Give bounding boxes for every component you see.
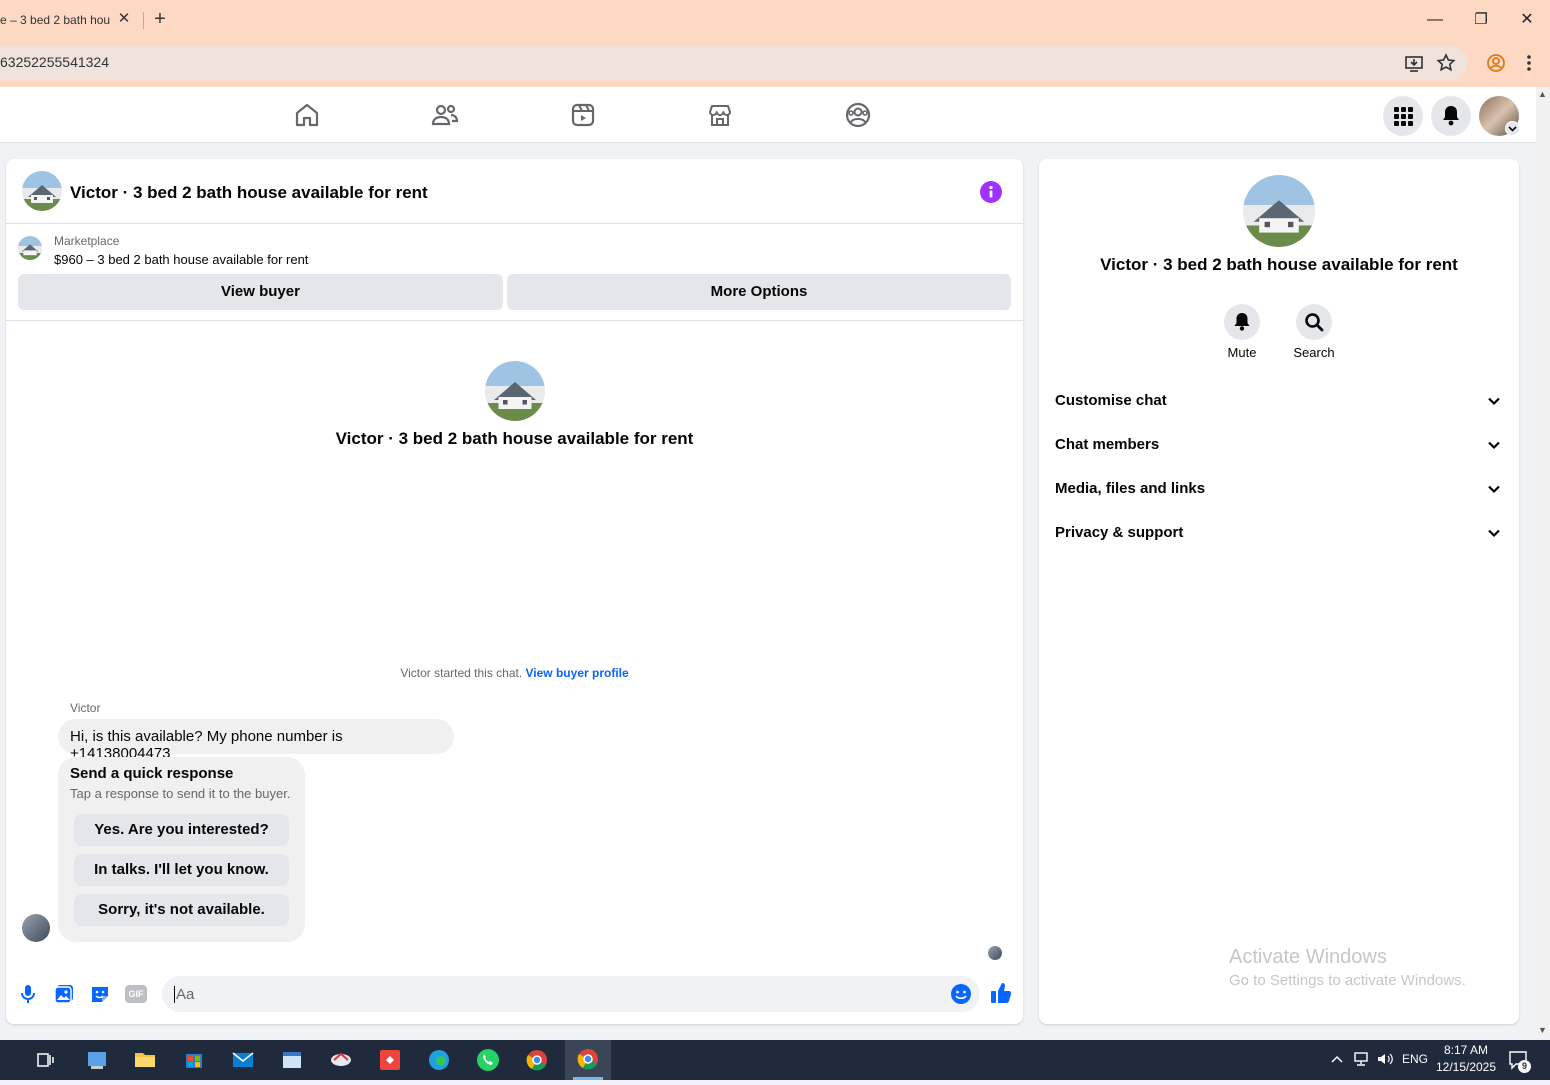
quick-response-option[interactable]: Yes. Are you interested?: [74, 814, 289, 846]
info-panel-avatar[interactable]: [1243, 175, 1315, 247]
quick-response-option[interactable]: Sorry, it's not available.: [74, 894, 289, 926]
activate-windows-title: Activate Windows: [1229, 946, 1387, 968]
browser-tab-bar: [0, 0, 1550, 40]
task-view-icon[interactable]: [36, 1050, 56, 1070]
view-buyer-profile-link[interactable]: View buyer profile: [526, 666, 629, 680]
chat-started-text: Victor started this chat.: [400, 666, 523, 680]
profile-icon[interactable]: [1485, 52, 1507, 74]
network-icon[interactable]: [1352, 1051, 1370, 1067]
quick-response-title: Send a quick response: [70, 765, 234, 782]
minimize-button[interactable]: —: [1420, 6, 1450, 34]
account-chevron-icon[interactable]: [1505, 121, 1520, 136]
microphone-icon[interactable]: [18, 983, 38, 1005]
scroll-up-icon[interactable]: ▲: [1538, 89, 1547, 99]
friends-icon[interactable]: [430, 100, 460, 130]
home-icon[interactable]: [292, 100, 322, 130]
chevron-down-icon[interactable]: [1485, 524, 1503, 542]
file-explorer-icon[interactable]: [128, 1044, 162, 1076]
message-input[interactable]: Aa: [174, 986, 194, 1003]
clock-date[interactable]: 12/15/2025: [1433, 1060, 1499, 1074]
sender-avatar[interactable]: [22, 914, 50, 942]
header-divider: [6, 223, 1023, 224]
customise-chat-item[interactable]: Customise chat: [1055, 392, 1167, 409]
chevron-down-icon[interactable]: [1485, 392, 1503, 410]
language-indicator[interactable]: ENG: [1402, 1052, 1428, 1066]
chevron-down-icon[interactable]: [1485, 480, 1503, 498]
view-buyer-button[interactable]: View buyer: [18, 274, 503, 310]
volume-icon[interactable]: [1376, 1051, 1394, 1067]
chat-started-line: Victor started this chat. View buyer pro…: [6, 666, 1023, 680]
message-input-box[interactable]: [162, 976, 980, 1012]
listing-thumbnail[interactable]: [18, 236, 42, 260]
edge-icon[interactable]: [422, 1044, 456, 1076]
quick-response-option[interactable]: In talks. I'll let you know.: [74, 854, 289, 886]
bookmark-star-icon[interactable]: [1435, 52, 1457, 74]
whatsapp-icon[interactable]: [471, 1044, 505, 1076]
tab-title: e – 3 bed 2 bath house available for ren…: [0, 13, 110, 27]
message-bubble[interactable]: Hi, is this available? My phone number i…: [58, 719, 454, 762]
new-tab-button[interactable]: +: [150, 9, 170, 29]
tray-chevron-up-icon[interactable]: [1330, 1052, 1344, 1066]
store-icon[interactable]: [177, 1044, 211, 1076]
gif-icon[interactable]: GIF: [125, 985, 147, 1003]
mute-label: Mute: [1227, 345, 1257, 360]
app-window-icon[interactable]: [275, 1044, 309, 1076]
install-app-icon[interactable]: [1403, 52, 1425, 74]
more-options-button[interactable]: More Options: [507, 274, 1011, 310]
activate-windows-subtitle: Go to Settings to activate Windows.: [1229, 972, 1466, 989]
info-icon[interactable]: [980, 181, 1002, 203]
media-files-links-item[interactable]: Media, files and links: [1055, 480, 1205, 497]
sticker-icon[interactable]: [89, 983, 111, 1005]
url-text[interactable]: 63252255541324: [0, 54, 109, 70]
chat-info-panel: [1039, 159, 1519, 1024]
address-bar[interactable]: [0, 46, 1468, 80]
close-window-button[interactable]: ✕: [1512, 6, 1542, 34]
tab-close-icon[interactable]: ✕: [116, 11, 132, 27]
mail-icon[interactable]: [226, 1044, 260, 1076]
app-icon[interactable]: [324, 1044, 358, 1076]
clock-time[interactable]: 8:17 AM: [1437, 1043, 1495, 1057]
scroll-down-icon[interactable]: ▼: [1538, 1025, 1547, 1035]
anydesk-icon[interactable]: [373, 1044, 407, 1076]
info-panel-title: Victor · 3 bed 2 bath house available fo…: [1100, 255, 1458, 274]
chat-title[interactable]: Victor · 3 bed 2 bath house available fo…: [70, 183, 428, 203]
chrome-active-icon[interactable]: [565, 1040, 611, 1080]
page-scrollbar[interactable]: [1536, 87, 1550, 1040]
groups-icon[interactable]: [843, 100, 873, 130]
menu-grid-button[interactable]: [1383, 96, 1423, 136]
chat-center-title: Victor · 3 bed 2 bath house available fo…: [335, 429, 694, 448]
watch-icon[interactable]: [568, 100, 598, 130]
thumbs-up-icon[interactable]: [989, 981, 1013, 1005]
sender-name: Victor: [70, 701, 101, 715]
chat-center-avatar: [485, 361, 545, 421]
read-receipt-avatar: [988, 946, 1002, 960]
emoji-icon[interactable]: [950, 983, 972, 1005]
facebook-top-nav: [0, 87, 1536, 143]
listing-source: Marketplace: [54, 234, 120, 248]
mute-button[interactable]: [1224, 304, 1260, 340]
chevron-down-icon[interactable]: [1485, 436, 1503, 454]
search-button[interactable]: [1296, 304, 1332, 340]
notifications-bell-button[interactable]: [1431, 96, 1471, 136]
chat-header-avatar[interactable]: [22, 171, 62, 211]
marketplace-icon[interactable]: [705, 100, 735, 130]
chrome-icon[interactable]: [520, 1044, 554, 1076]
listing-divider: [6, 320, 1023, 321]
browser-menu-icon[interactable]: [1518, 52, 1540, 74]
tab-separator: [143, 12, 144, 29]
notification-badge: 9: [1518, 1060, 1531, 1073]
search-label: Search: [1293, 345, 1335, 360]
privacy-support-item[interactable]: Privacy & support: [1055, 524, 1183, 541]
chat-members-item[interactable]: Chat members: [1055, 436, 1159, 453]
restore-button[interactable]: ❐: [1466, 6, 1496, 34]
control-panel-icon[interactable]: [80, 1044, 114, 1076]
photo-icon[interactable]: [53, 983, 75, 1005]
quick-response-subtitle: Tap a response to send it to the buyer.: [70, 786, 291, 801]
listing-description[interactable]: $960 – 3 bed 2 bath house available for …: [54, 252, 308, 267]
